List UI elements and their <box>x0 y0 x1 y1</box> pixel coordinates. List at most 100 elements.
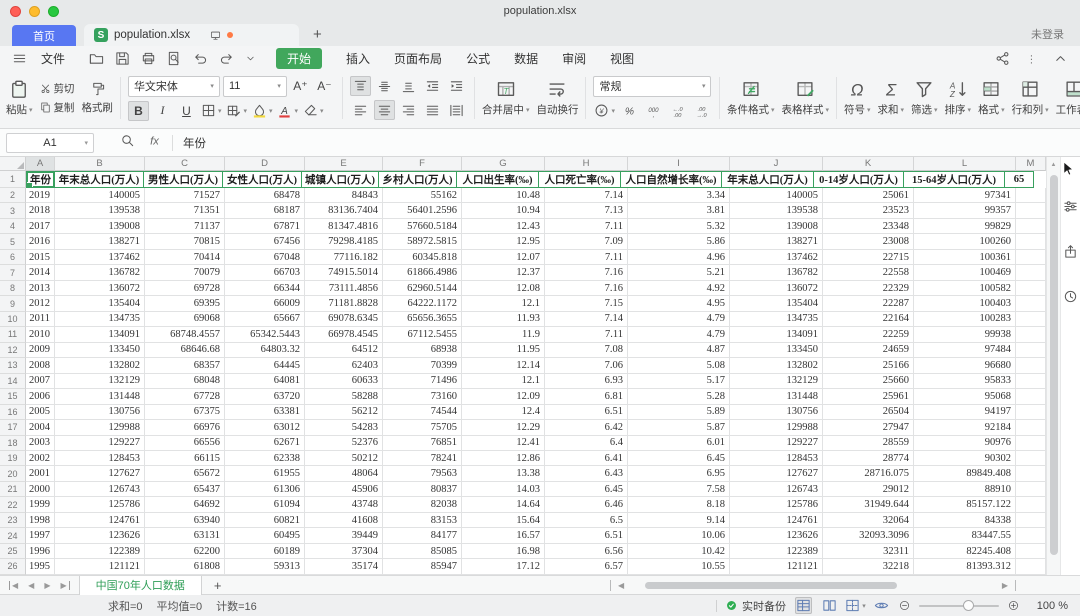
cell[interactable]: 22715 <box>823 250 914 265</box>
cell[interactable]: 100469 <box>914 265 1016 280</box>
print-icon[interactable] <box>141 51 156 66</box>
cell[interactable]: 2004 <box>26 420 55 435</box>
cell[interactable]: 133450 <box>55 343 145 358</box>
column-header-J[interactable]: J <box>730 157 823 171</box>
cell[interactable]: 56212 <box>305 405 383 420</box>
cell[interactable]: 130756 <box>55 405 145 420</box>
cell[interactable]: 4.92 <box>628 281 730 296</box>
cell[interactable]: 1998 <box>26 513 55 528</box>
row-number[interactable]: 25 <box>0 544 26 559</box>
hamburger-menu-icon[interactable] <box>12 51 27 66</box>
cell[interactable]: 14.64 <box>462 497 545 512</box>
cell[interactable] <box>1016 312 1046 327</box>
cell[interactable]: 7.14 <box>545 312 628 327</box>
zoom-slider-thumb[interactable] <box>963 600 974 611</box>
cell[interactable]: 10.94 <box>462 203 545 218</box>
cell[interactable]: 2012 <box>26 296 55 311</box>
header-cell[interactable]: 人口自然增长率(‰) <box>620 171 722 188</box>
cell[interactable]: 9.14 <box>628 513 730 528</box>
cell[interactable] <box>1016 466 1046 481</box>
cell[interactable]: 6.46 <box>545 497 628 512</box>
vertical-scroll-thumb[interactable] <box>1050 175 1058 555</box>
row-number[interactable]: 13 <box>0 358 26 373</box>
cell[interactable]: 121121 <box>730 559 823 574</box>
cell[interactable]: 82038 <box>383 497 462 512</box>
cell[interactable]: 2018 <box>26 203 55 218</box>
cell[interactable]: 100582 <box>914 281 1016 296</box>
cell[interactable]: 139538 <box>730 203 823 218</box>
cell[interactable]: 136072 <box>730 281 823 296</box>
cell[interactable]: 6.93 <box>545 374 628 389</box>
cell[interactable]: 7.16 <box>545 281 628 296</box>
cell[interactable]: 16.57 <box>462 528 545 543</box>
cell[interactable]: 12.95 <box>462 234 545 249</box>
cell[interactable]: 5.86 <box>628 234 730 249</box>
new-document-tab-button[interactable]: + <box>313 26 322 43</box>
undo-icon[interactable] <box>193 51 208 66</box>
cell[interactable]: 89849.408 <box>914 466 1016 481</box>
cell[interactable]: 139538 <box>55 203 145 218</box>
cell[interactable]: 67728 <box>145 389 225 404</box>
justify-button[interactable] <box>422 100 443 120</box>
cell[interactable]: 2008 <box>26 358 55 373</box>
cell[interactable]: 81347.4816 <box>305 219 383 234</box>
cell[interactable]: 28774 <box>823 451 914 466</box>
cell[interactable]: 5.87 <box>628 420 730 435</box>
cell[interactable]: 75705 <box>383 420 462 435</box>
cell[interactable]: 56401.2596 <box>383 203 462 218</box>
header-cell[interactable]: 人口死亡率(‰) <box>538 171 621 188</box>
cell[interactable]: 32218 <box>823 559 914 574</box>
cell[interactable]: 22164 <box>823 312 914 327</box>
cell[interactable] <box>1016 405 1046 420</box>
cell[interactable]: 85085 <box>383 544 462 559</box>
cell[interactable] <box>1016 250 1046 265</box>
cell[interactable]: 12.14 <box>462 358 545 373</box>
distribute-button[interactable] <box>446 100 467 120</box>
cell[interactable]: 132802 <box>730 358 823 373</box>
cell[interactable] <box>1016 296 1046 311</box>
cell[interactable]: 17.12 <box>462 559 545 574</box>
cell[interactable]: 81393.312 <box>914 559 1016 574</box>
cell[interactable]: 70815 <box>145 234 225 249</box>
cell[interactable]: 4.95 <box>628 296 730 311</box>
cell-name-box[interactable]: A1 <box>6 133 94 153</box>
cell[interactable]: 129988 <box>55 420 145 435</box>
cell[interactable]: 100403 <box>914 296 1016 311</box>
history-icon[interactable] <box>1063 289 1078 304</box>
cell[interactable]: 23348 <box>823 219 914 234</box>
cell[interactable] <box>1016 420 1046 435</box>
last-sheet-button[interactable]: ▶ <box>60 581 69 590</box>
cell[interactable]: 2015 <box>26 250 55 265</box>
scroll-up-arrow[interactable]: ▲ <box>1047 157 1060 168</box>
row-number[interactable]: 8 <box>0 281 26 296</box>
align-bottom-button[interactable] <box>398 76 419 96</box>
column-header-F[interactable]: F <box>383 157 462 171</box>
cell[interactable]: 7.11 <box>545 219 628 234</box>
tab-home[interactable]: 开始 <box>276 48 322 69</box>
cell[interactable]: 66115 <box>145 451 225 466</box>
cell[interactable]: 28559 <box>823 436 914 451</box>
cell[interactable]: 63012 <box>225 420 305 435</box>
row-number[interactable]: 20 <box>0 466 26 481</box>
cell[interactable]: 132129 <box>730 374 823 389</box>
cell[interactable]: 63720 <box>225 389 305 404</box>
cell[interactable]: 123626 <box>55 528 145 543</box>
copy-button[interactable]: 复制 <box>40 100 75 115</box>
print-preview-icon[interactable] <box>167 51 182 66</box>
decrease-decimal-button[interactable]: .00→.0 <box>691 101 712 121</box>
cell[interactable]: 7.06 <box>545 358 628 373</box>
column-header-A[interactable]: A <box>26 157 55 171</box>
cell[interactable]: 132802 <box>55 358 145 373</box>
cell[interactable]: 84177 <box>383 528 462 543</box>
cell[interactable]: 61866.4986 <box>383 265 462 280</box>
cell-style-button[interactable] <box>225 101 248 121</box>
header-cell[interactable]: 男性人口(万人) <box>143 171 223 188</box>
decrease-indent-button[interactable] <box>422 76 443 96</box>
cell[interactable]: 126743 <box>730 482 823 497</box>
cell[interactable]: 52376 <box>305 436 383 451</box>
reading-mode-button[interactable] <box>873 597 890 614</box>
row-number[interactable]: 12 <box>0 343 26 358</box>
table-style-button[interactable]: 表格样式 <box>781 79 829 117</box>
cell[interactable]: 73111.4856 <box>305 281 383 296</box>
cell[interactable]: 12.4 <box>462 405 545 420</box>
